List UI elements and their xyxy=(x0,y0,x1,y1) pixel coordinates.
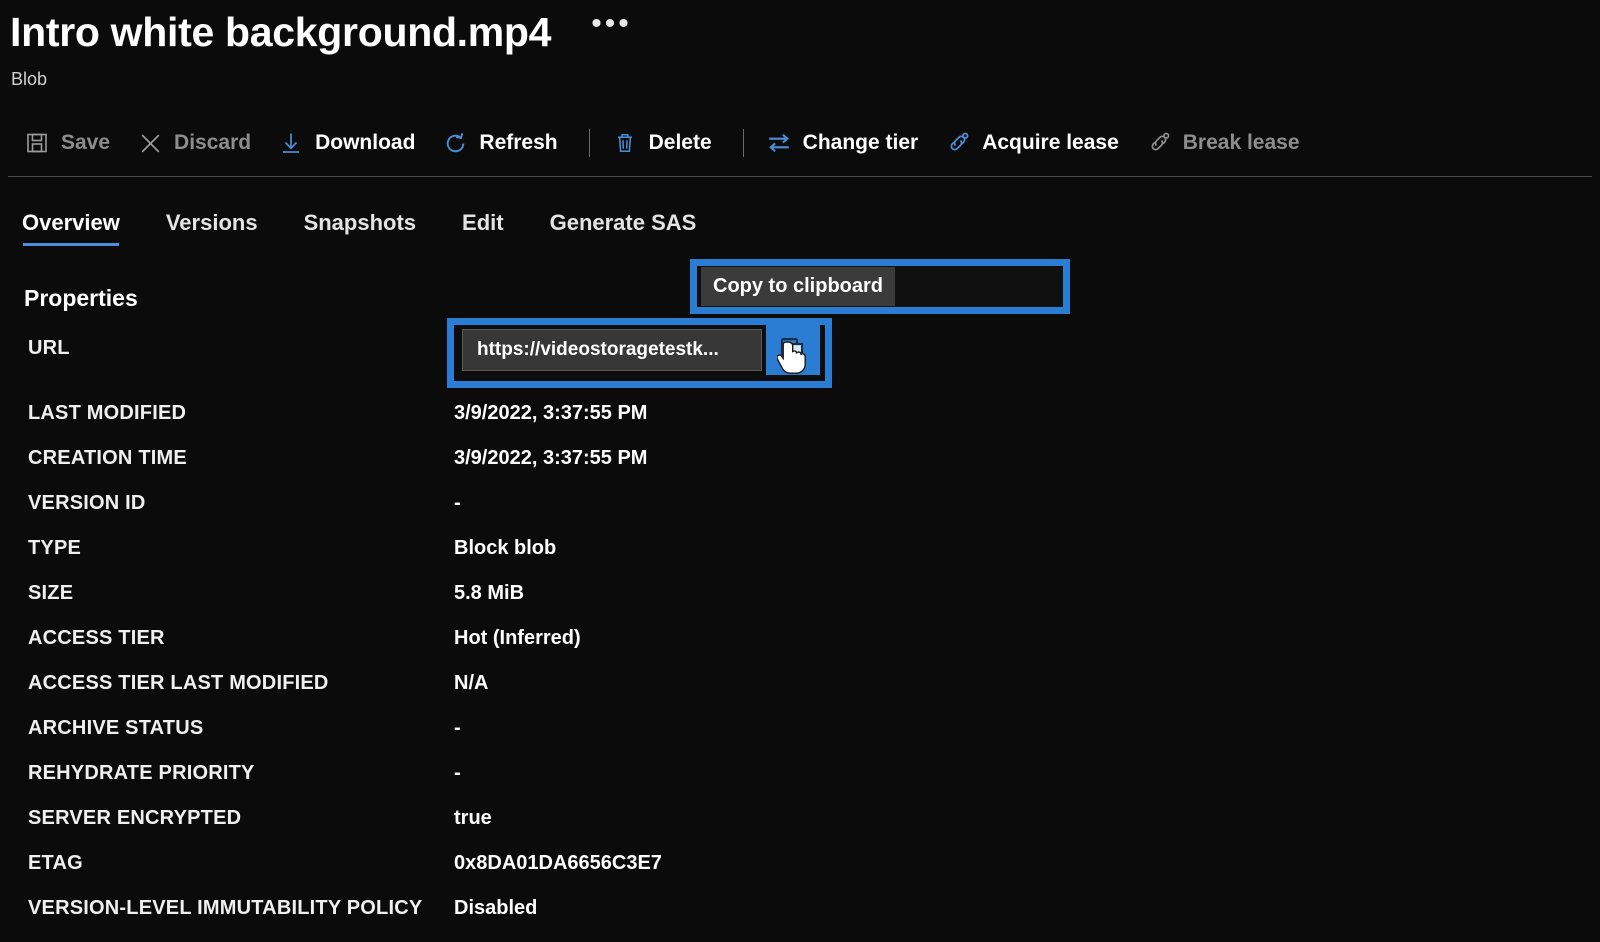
property-key-archive-status: ARCHIVE STATUS xyxy=(28,717,204,739)
property-key-access-tier-last-modified: ACCESS TIER LAST MODIFIED xyxy=(28,672,329,694)
tab-bar: Overview Versions Snapshots Edit Generat… xyxy=(22,210,696,252)
table-row: ETAG 0x8DA01DA6656C3E7 xyxy=(24,852,1324,897)
properties-table: URL LAST MODIFIED 3/9/2022, 3:37:55 PM C… xyxy=(24,337,1324,942)
acquire-lease-icon xyxy=(945,130,971,156)
tooltip-text: Copy to clipboard xyxy=(713,275,883,297)
property-key-version-level-immutability-policy: VERSION-LEVEL IMMUTABILITY POLICY xyxy=(28,897,423,919)
toolbar-separator xyxy=(588,129,590,157)
url-field-highlight: https://videostoragetestk... xyxy=(447,318,832,388)
tab-generate-sas[interactable]: Generate SAS xyxy=(550,210,697,252)
refresh-button-label: Refresh xyxy=(479,131,558,154)
tab-snapshots[interactable]: Snapshots xyxy=(304,210,416,252)
refresh-icon xyxy=(442,130,468,156)
more-options-icon[interactable]: ••• xyxy=(585,8,638,45)
discard-icon xyxy=(137,130,163,156)
download-button[interactable]: Download xyxy=(272,126,428,160)
table-row: ACCESS TIER LAST MODIFIED N/A xyxy=(24,672,1324,717)
property-value-server-encrypted: true xyxy=(454,807,492,829)
save-button[interactable]: Save xyxy=(18,126,123,160)
tab-edit[interactable]: Edit xyxy=(462,210,504,252)
property-value-version-level-immutability-policy: Disabled xyxy=(454,897,538,919)
property-key-etag: ETAG xyxy=(28,852,83,874)
command-toolbar: Save Discard Download Refresh Delete Cha… xyxy=(18,122,1321,164)
property-key-access-tier: ACCESS TIER xyxy=(28,627,165,649)
property-key-version-id: VERSION ID xyxy=(28,492,146,514)
table-row: CREATION TIME 3/9/2022, 3:37:55 PM xyxy=(24,447,1324,492)
tab-versions[interactable]: Versions xyxy=(166,210,258,252)
url-input[interactable]: https://videostoragetestk... xyxy=(462,329,762,371)
property-key-rehydrate-priority: REHYDRATE PRIORITY xyxy=(28,762,255,784)
toolbar-separator xyxy=(742,129,744,157)
resource-type-label: Blob xyxy=(11,69,48,89)
property-value-type: Block blob xyxy=(454,537,557,559)
break-lease-icon xyxy=(1146,130,1172,156)
table-row: ARCHIVE STATUS - xyxy=(24,717,1324,762)
property-value-rehydrate-priority: - xyxy=(454,762,461,784)
property-key-last-modified: LAST MODIFIED xyxy=(28,402,187,424)
property-value-access-tier-last-modified: N/A xyxy=(454,672,489,694)
url-control: https://videostoragetestk... xyxy=(462,325,820,375)
refresh-button[interactable]: Refresh xyxy=(436,126,570,160)
copy-to-clipboard-icon xyxy=(778,335,808,365)
delete-icon xyxy=(612,130,638,156)
property-key-type: TYPE xyxy=(28,537,82,559)
property-key-server-encrypted: SERVER ENCRYPTED xyxy=(28,807,242,829)
property-key-url: URL xyxy=(28,337,70,359)
toolbar-divider xyxy=(8,176,1592,177)
change-tier-icon xyxy=(766,130,792,156)
table-row: VERSION-LEVEL IMMUTABILITY POLICY Disabl… xyxy=(24,897,1324,942)
table-row: VERSION ID - xyxy=(24,492,1324,537)
property-value-version-id: - xyxy=(454,492,461,514)
property-value-etag: 0x8DA01DA6656C3E7 xyxy=(454,852,662,874)
delete-button-label: Delete xyxy=(648,131,712,154)
change-tier-button-label: Change tier xyxy=(802,131,919,154)
page-title: Intro white background.mp4 xyxy=(10,9,552,55)
property-value-access-tier: Hot (Inferred) xyxy=(454,627,581,649)
title-row: Intro white background.mp4 ••• xyxy=(10,8,638,55)
acquire-lease-button[interactable]: Acquire lease xyxy=(939,126,1132,160)
discard-button[interactable]: Discard xyxy=(131,126,264,160)
download-button-label: Download xyxy=(315,131,416,154)
table-row: SERVER ENCRYPTED true xyxy=(24,807,1324,852)
save-icon xyxy=(24,130,50,156)
break-lease-button[interactable]: Break lease xyxy=(1140,126,1313,160)
tab-overview[interactable]: Overview xyxy=(22,210,120,252)
discard-button-label: Discard xyxy=(174,131,252,154)
acquire-lease-button-label: Acquire lease xyxy=(982,131,1119,154)
break-lease-button-label: Break lease xyxy=(1182,131,1300,154)
tooltip: Copy to clipboard xyxy=(701,267,895,306)
properties-heading: Properties xyxy=(24,285,138,311)
table-row: ACCESS TIER Hot (Inferred) xyxy=(24,627,1324,672)
change-tier-button[interactable]: Change tier xyxy=(760,126,932,160)
table-row: LAST MODIFIED 3/9/2022, 3:37:55 PM xyxy=(24,402,1324,447)
property-key-creation-time: CREATION TIME xyxy=(28,447,187,469)
download-icon xyxy=(278,130,304,156)
tooltip-highlight: Copy to clipboard xyxy=(690,259,1070,314)
table-row: TYPE Block blob xyxy=(24,537,1324,582)
table-row: SIZE 5.8 MiB xyxy=(24,582,1324,627)
property-key-size: SIZE xyxy=(28,582,74,604)
table-row: REHYDRATE PRIORITY - xyxy=(24,762,1324,807)
property-value-size: 5.8 MiB xyxy=(454,582,525,604)
save-button-label: Save xyxy=(61,131,111,154)
property-value-creation-time: 3/9/2022, 3:37:55 PM xyxy=(454,447,648,469)
property-value-last-modified: 3/9/2022, 3:37:55 PM xyxy=(454,402,648,424)
property-value-archive-status: - xyxy=(454,717,461,739)
copy-to-clipboard-button[interactable] xyxy=(766,325,820,375)
delete-button[interactable]: Delete xyxy=(606,126,725,160)
